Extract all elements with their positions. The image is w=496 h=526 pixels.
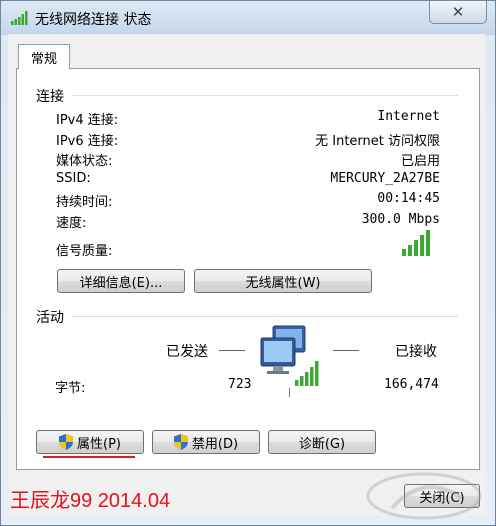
signal-quality-label: 信号质量: <box>56 244 113 259</box>
received-line <box>333 350 359 351</box>
signal-strength-icon <box>402 230 430 256</box>
ipv4-value: Internet <box>377 109 440 124</box>
media-state-value: 已启用 <box>400 154 440 169</box>
shield-icon <box>59 434 73 450</box>
properties-button[interactable]: 属性(P) <box>36 430 144 454</box>
ssid-value: MERCURY_2A27BE <box>330 171 440 186</box>
ipv6-value: 无 Internet 访问权限 <box>315 134 440 149</box>
bytes-sent-value: 723 <box>228 377 252 392</box>
bytes-received-value: 166,474 <box>384 377 439 392</box>
highlight-underline <box>43 456 135 458</box>
properties-button-label: 属性(P) <box>77 436 121 452</box>
ssid-label: SSID: <box>56 171 91 186</box>
ipv4-label: IPv4 连接: <box>56 113 119 128</box>
close-dialog-button[interactable]: 关闭(C) <box>404 484 480 508</box>
network-computers-icon <box>260 325 319 397</box>
ipv6-label: IPv6 连接: <box>56 134 119 149</box>
speed-value: 300.0 Mbps <box>361 212 440 227</box>
author-watermark: 王辰龙99 2014.04 <box>10 490 171 512</box>
disable-button[interactable]: 禁用(D) <box>152 430 260 454</box>
shield-icon <box>173 434 188 450</box>
details-button[interactable]: 详细信息(E)... <box>57 269 185 293</box>
disable-button-label: 禁用(D) <box>191 436 239 452</box>
received-label: 已接收 <box>395 344 437 360</box>
activity-group-header: 活动 <box>36 310 64 326</box>
sent-line <box>219 350 245 351</box>
duration-value: 00:14:45 <box>377 191 440 206</box>
bytes-label: 字节: <box>55 381 86 396</box>
media-state-label: 媒体状态: <box>56 154 113 169</box>
activity-divider <box>72 316 458 317</box>
wireless-properties-button[interactable]: 无线属性(W) <box>194 269 372 293</box>
speed-label: 速度: <box>56 216 87 231</box>
sent-label: 已发送 <box>166 344 208 360</box>
duration-label: 持续时间: <box>56 195 113 210</box>
diagnose-button[interactable]: 诊断(G) <box>268 430 376 454</box>
